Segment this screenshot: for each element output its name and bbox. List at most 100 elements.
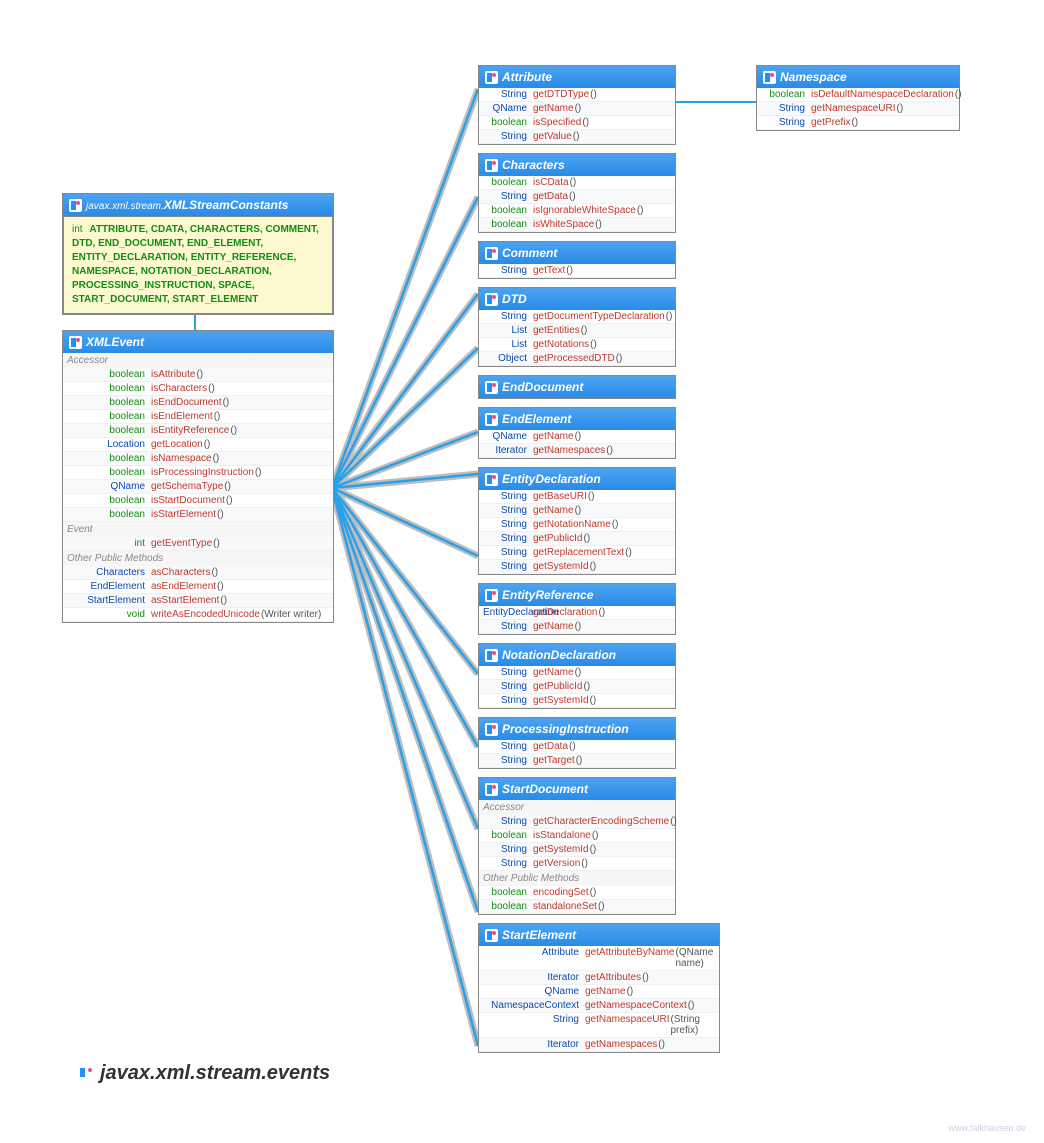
class-processinginstruction: ProcessingInstructionStringgetData ()Str… (478, 717, 676, 769)
class-comment: Comment StringgetText () (478, 241, 676, 279)
method-row: NamespaceContextgetNamespaceContext () (479, 999, 719, 1013)
method-row: QNamegetName () (479, 985, 719, 999)
section-label: Event (63, 522, 333, 537)
class-body: StringgetData ()StringgetTarget () (479, 740, 675, 768)
method-params: (QName name) (676, 947, 716, 969)
class-name: Comment (502, 246, 557, 260)
method-name: getCharacterEncodingScheme (533, 816, 669, 827)
method-params: () (590, 695, 597, 706)
method-row: StringgetData () (479, 740, 675, 754)
method-name: getTarget (533, 755, 575, 766)
class-body: EntityDeclarationgetDeclaration ()String… (479, 606, 675, 634)
method-row: StringgetPrefix () (757, 116, 959, 130)
return-type: StartElement (67, 595, 151, 606)
method-params: () (590, 561, 597, 572)
method-name: getName (533, 621, 574, 632)
return-type: boolean (67, 397, 151, 408)
method-name: isIgnorableWhiteSpace (533, 205, 636, 216)
method-params: () (570, 177, 577, 188)
return-type: boolean (483, 177, 533, 188)
method-params: (Writer writer) (261, 609, 321, 620)
return-type: boolean (67, 425, 151, 436)
class-body: StringgetText () (479, 264, 675, 278)
class-header: EntityDeclaration (479, 468, 675, 490)
method-row: booleanisIgnorableWhiteSpace () (479, 204, 675, 218)
method-name: asStartElement (151, 595, 219, 606)
return-type: String (483, 621, 533, 632)
method-name: isCData (533, 177, 569, 188)
return-type: boolean (761, 89, 811, 100)
method-row: StringgetName () (479, 504, 675, 518)
class-header: EndDocument (479, 376, 675, 398)
method-row: StringgetSystemId () (479, 560, 675, 574)
class-header: StartElement (479, 924, 719, 946)
method-name: getNamespaces (585, 1039, 657, 1050)
return-type: String (483, 741, 533, 752)
method-params: () (566, 265, 573, 276)
method-name: getPublicId (533, 533, 582, 544)
method-row: CharactersasCharacters () (63, 566, 333, 580)
method-params: () (590, 89, 597, 100)
return-type: String (483, 816, 533, 827)
method-params: () (575, 103, 582, 114)
method-params: () (582, 117, 589, 128)
class-name: StartElement (502, 928, 576, 942)
return-type: String (483, 131, 533, 142)
method-name: getDeclaration (533, 607, 597, 618)
return-type: EntityDeclaration (483, 607, 533, 618)
method-params: () (598, 901, 605, 912)
method-row: QNamegetSchemaType () (63, 480, 333, 494)
interface-icon (485, 413, 498, 426)
return-type: boolean (67, 509, 151, 520)
return-type: NamespaceContext (483, 1000, 585, 1011)
right-column: AttributeStringgetDTDType ()QNamegetName… (478, 65, 720, 1061)
return-type: boolean (67, 383, 151, 394)
method-params: () (583, 533, 590, 544)
method-name: isWhiteSpace (533, 219, 594, 230)
return-type: Object (483, 353, 533, 364)
return-type: Characters (67, 567, 151, 578)
method-row: booleanisSpecified () (479, 116, 675, 130)
method-row: intgetEventType () (63, 537, 333, 551)
class-body: StringgetDocumentTypeDeclaration ()Listg… (479, 310, 675, 366)
method-name: getNamespaceContext (585, 1000, 687, 1011)
return-type: boolean (67, 411, 151, 422)
method-name: isStandalone (533, 830, 591, 841)
method-name: getEventType (151, 538, 212, 549)
method-params: () (214, 411, 221, 422)
method-name: getNotations (533, 339, 589, 350)
method-params: () (223, 397, 230, 408)
class-header: XMLEvent (63, 331, 333, 353)
class-header: Attribute (479, 66, 675, 88)
method-row: StringgetData () (479, 190, 675, 204)
method-name: isAttribute (151, 369, 195, 380)
return-type: boolean (483, 205, 533, 216)
method-row: booleanisEndDocument () (63, 396, 333, 410)
method-row: ListgetEntities () (479, 324, 675, 338)
method-row: StringgetNotationName () (479, 518, 675, 532)
method-params: () (642, 972, 649, 983)
method-params: () (851, 117, 858, 128)
method-row: StringgetSystemId () (479, 843, 675, 857)
method-params: () (569, 741, 576, 752)
method-name: getBaseURI (533, 491, 587, 502)
section-label: Other Public Methods (479, 871, 675, 886)
method-params: () (208, 383, 215, 394)
class-name: Characters (502, 158, 565, 172)
return-type: String (761, 117, 811, 128)
method-params: () (658, 1039, 665, 1050)
method-name: getEntities (533, 325, 580, 336)
class-header: Comment (479, 242, 675, 264)
method-row: EntityDeclarationgetDeclaration () (479, 606, 675, 620)
class-name: EntityReference (502, 588, 593, 602)
class-body: StringgetName ()StringgetPublicId ()Stri… (479, 666, 675, 708)
class-body: booleanisDefaultNamespaceDeclaration ()S… (757, 88, 959, 130)
method-name: getText (533, 265, 565, 276)
method-params: () (204, 439, 211, 450)
interface-icon (485, 293, 498, 306)
method-name: getReplacementText (533, 547, 624, 558)
return-type: Iterator (483, 1039, 585, 1050)
interface-icon (485, 159, 498, 172)
method-params: () (606, 445, 613, 456)
class-xmlevent: XMLEvent AccessorbooleanisAttribute ()bo… (62, 330, 334, 623)
